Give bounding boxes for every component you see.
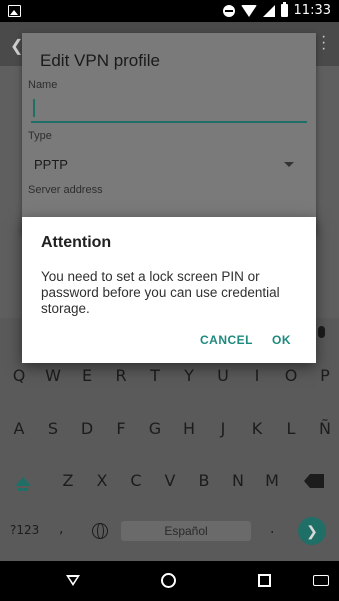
key-t[interactable]: T	[140, 366, 170, 385]
type-select[interactable]: PPTP	[34, 157, 68, 172]
dialog-message: You need to set a lock screen PIN or pas…	[41, 269, 280, 316]
go-arrow-icon[interactable]: ❯	[298, 517, 326, 545]
comma-key[interactable]: ,	[59, 521, 63, 537]
nav-back-icon[interactable]	[66, 575, 80, 586]
nav-recents-icon[interactable]	[258, 574, 271, 587]
ok-button[interactable]: OK	[272, 333, 291, 347]
status-time: 11:33	[293, 3, 331, 18]
key-s[interactable]: S	[38, 419, 68, 438]
key-j[interactable]: J	[208, 419, 238, 438]
type-label: Type	[28, 130, 52, 142]
key-ñ[interactable]: Ñ	[310, 419, 339, 438]
microphone-icon[interactable]	[318, 326, 325, 338]
key-n[interactable]: N	[223, 471, 253, 490]
shift-key-icon[interactable]	[15, 477, 31, 486]
wifi-icon	[240, 4, 257, 17]
key-y[interactable]: Y	[174, 366, 204, 385]
battery-icon	[280, 2, 288, 17]
key-b[interactable]: B	[189, 471, 219, 490]
text-cursor	[33, 99, 35, 117]
spacebar[interactable]: Español	[121, 521, 251, 541]
globe-language-icon[interactable]	[92, 523, 108, 539]
key-e[interactable]: E	[72, 366, 102, 385]
key-h[interactable]: H	[174, 419, 204, 438]
do-not-disturb-icon	[222, 4, 235, 17]
key-r[interactable]: R	[106, 366, 136, 385]
server-address-label: Server address	[28, 184, 103, 196]
key-l[interactable]: L	[276, 419, 306, 438]
key-o[interactable]: O	[276, 366, 306, 385]
key-k[interactable]: K	[242, 419, 272, 438]
image-notification-icon	[8, 5, 21, 17]
nav-home-icon[interactable]	[161, 573, 176, 588]
key-x[interactable]: X	[87, 471, 117, 490]
key-z[interactable]: Z	[53, 471, 83, 490]
dropdown-arrow-icon[interactable]	[284, 162, 294, 167]
key-v[interactable]: V	[155, 471, 185, 490]
status-bar: 11:33	[0, 0, 339, 22]
period-key[interactable]: .	[270, 521, 274, 537]
dialog-title: Attention	[41, 234, 112, 251]
status-icons: 11:33	[222, 2, 331, 18]
shift-key-underline	[18, 488, 28, 491]
name-label: Name	[28, 79, 58, 91]
key-a[interactable]: A	[4, 419, 34, 438]
cancel-button[interactable]: CANCEL	[200, 333, 253, 347]
vpn-dialog-title: Edit VPN profile	[40, 51, 160, 70]
key-f[interactable]: F	[106, 419, 136, 438]
edit-vpn-profile-dialog: Edit VPN profile Name Type PPTP Server a…	[22, 33, 316, 233]
key-d[interactable]: D	[72, 419, 102, 438]
keyboard-switch-icon[interactable]	[313, 575, 329, 586]
navigation-bar	[0, 561, 339, 601]
key-w[interactable]: W	[38, 366, 68, 385]
symbols-key[interactable]: ?123	[10, 523, 39, 537]
key-q[interactable]: Q	[4, 366, 34, 385]
key-u[interactable]: U	[208, 366, 238, 385]
overflow-menu-icon[interactable]: · · ·	[321, 29, 326, 57]
key-c[interactable]: C	[121, 471, 151, 490]
name-input[interactable]	[31, 93, 307, 123]
cell-signal-icon	[262, 4, 275, 17]
key-m[interactable]: M	[257, 471, 287, 490]
key-p[interactable]: P	[310, 366, 339, 385]
key-i[interactable]: I	[242, 366, 272, 385]
attention-dialog: Attention You need to set a lock screen …	[22, 217, 316, 363]
key-g[interactable]: G	[140, 419, 170, 438]
